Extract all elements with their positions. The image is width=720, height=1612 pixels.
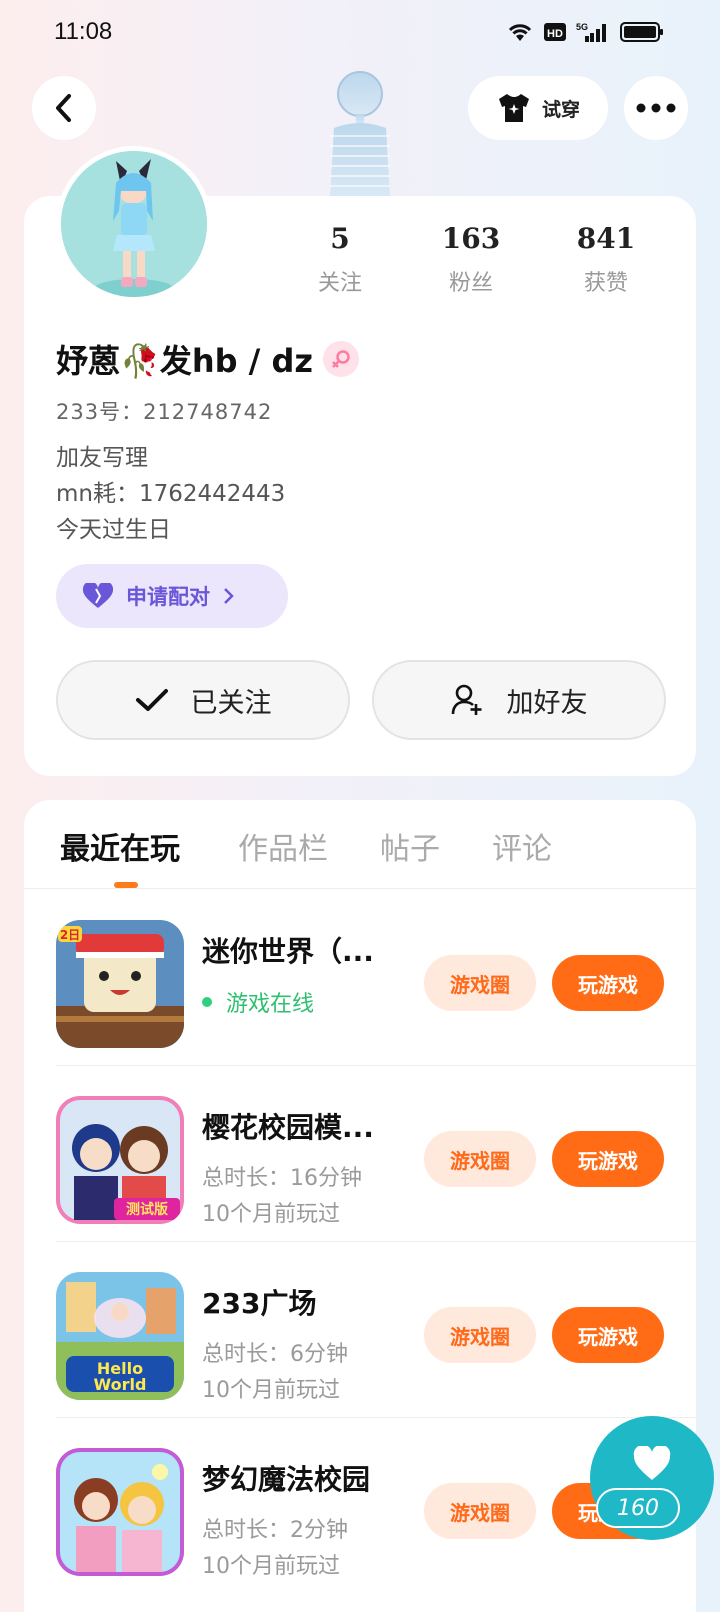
game-last-played: 10个月前玩过	[202, 1378, 340, 1403]
chevron-left-icon	[56, 94, 71, 122]
stat-following-value: 5	[330, 222, 350, 255]
status-icons: HD 5G	[506, 21, 664, 43]
stat-fans[interactable]: 163 粉丝	[426, 222, 516, 297]
more-dots-icon	[636, 103, 676, 113]
play-game-button[interactable]: 玩游戏	[552, 955, 664, 1011]
svg-text:测试版: 测试版	[126, 1201, 168, 1218]
game-circle-button[interactable]: 游戏圈	[424, 1131, 536, 1187]
game-icon-mini-world[interactable]: 2日	[56, 920, 184, 1048]
game-duration: 总时长：2分钟	[202, 1518, 348, 1543]
game-online-label: 游戏在线	[226, 992, 315, 1017]
game-title: 樱花校园模...	[202, 1111, 374, 1144]
stat-likes[interactable]: 841 获赞	[561, 222, 651, 297]
avatar-figure-image	[330, 71, 390, 196]
status-bar: 11:08 HD 5G	[0, 0, 720, 64]
female-gender-icon	[323, 341, 360, 377]
like-count-badge: 160	[596, 1488, 680, 1528]
game-title: 梦幻魔法校园	[202, 1463, 371, 1496]
game-title: 迷你世界（...	[202, 935, 374, 968]
stat-likes-value: 841	[576, 222, 636, 255]
game-row[interactable]: 2日 迷你世界（... 游戏在线 游戏圈 玩游戏	[24, 890, 696, 1066]
heart-icon	[633, 1446, 671, 1480]
stat-following-label: 关注	[317, 271, 362, 296]
bio-line: 今天过生日	[56, 517, 171, 543]
game-title: 233广场	[202, 1287, 317, 1320]
shirt-icon	[498, 94, 529, 122]
try-on-button[interactable]: 试穿	[468, 76, 608, 140]
bio-line: mn耗：1762442443	[56, 481, 286, 507]
avatar-image	[61, 151, 207, 297]
svg-text:5G: 5G	[576, 22, 588, 32]
tab-posts[interactable]: 帖子	[380, 824, 440, 868]
wifi-icon	[508, 24, 532, 41]
stat-following[interactable]: 5 关注	[295, 222, 385, 297]
bio: 加友写理 mn耗：1762442443 今天过生日	[56, 440, 285, 548]
back-button[interactable]	[32, 76, 96, 140]
apply-pair-button[interactable]: 申请配对	[56, 564, 288, 628]
avatar[interactable]	[56, 146, 212, 302]
tab-recently-played[interactable]: 最近在玩	[60, 824, 180, 868]
online-dot-icon	[202, 997, 212, 1007]
game-circle-button[interactable]: 游戏圈	[424, 955, 536, 1011]
game-last-played: 10个月前玩过	[202, 1554, 340, 1579]
add-friend-label: 加好友	[506, 687, 588, 719]
stat-fans-value: 163	[441, 222, 501, 255]
chevron-right-icon	[224, 588, 234, 604]
signal-icon: 5G	[576, 22, 606, 42]
add-user-icon	[451, 684, 481, 715]
following-button[interactable]: 已关注	[56, 660, 350, 740]
game-duration: 总时长：16分钟	[202, 1166, 362, 1191]
try-on-label: 试穿	[541, 98, 580, 121]
play-game-button[interactable]: 玩游戏	[552, 1307, 664, 1363]
tab-works[interactable]: 作品栏	[238, 824, 328, 868]
game-circle-button[interactable]: 游戏圈	[424, 1307, 536, 1363]
game-online-status: 游戏在线	[202, 986, 314, 1018]
hd-icon: HD	[544, 23, 566, 41]
play-game-button[interactable]: 玩游戏	[552, 1131, 664, 1187]
battery-icon	[620, 22, 663, 42]
game-icon-233-plaza[interactable]: Hello World	[56, 1272, 184, 1400]
game-circle-button[interactable]: 游戏圈	[424, 1483, 536, 1539]
name-row: 妤蒽🥀发hb / dz	[56, 336, 360, 382]
svg-text:World: World	[94, 1375, 147, 1394]
check-icon	[135, 689, 168, 711]
stat-likes-label: 获赞	[583, 271, 628, 296]
status-time: 11:08	[54, 18, 113, 45]
stat-fans-label: 粉丝	[448, 271, 493, 296]
svg-text:2日: 2日	[60, 928, 80, 942]
tabs-divider	[24, 888, 696, 889]
apply-pair-label: 申请配对	[126, 585, 210, 609]
bio-line: 加友写理	[56, 445, 148, 471]
user-id: 233号：212748742	[56, 400, 273, 424]
heart-icon	[82, 583, 114, 608]
tab-comments[interactable]: 评论	[492, 824, 552, 868]
game-row[interactable]: 测试版 樱花校园模... 总时长：16分钟 10个月前玩过 游戏圈 玩游戏	[24, 1066, 696, 1242]
more-button[interactable]	[624, 76, 688, 140]
add-friend-button[interactable]: 加好友	[372, 660, 666, 740]
game-last-played: 10个月前玩过	[202, 1202, 340, 1227]
game-row[interactable]: Hello World 233广场 总时长：6分钟 10个月前玩过 游戏圈 玩游…	[24, 1242, 696, 1418]
game-icon-magic-school[interactable]	[56, 1448, 184, 1576]
game-icon-sakura-school[interactable]: 测试版	[56, 1096, 184, 1224]
following-label: 已关注	[190, 687, 272, 719]
svg-text:HD: HD	[547, 28, 563, 40]
user-name: 妤蒽🥀发hb / dz	[56, 342, 314, 380]
game-duration: 总时长：6分钟	[202, 1342, 348, 1367]
